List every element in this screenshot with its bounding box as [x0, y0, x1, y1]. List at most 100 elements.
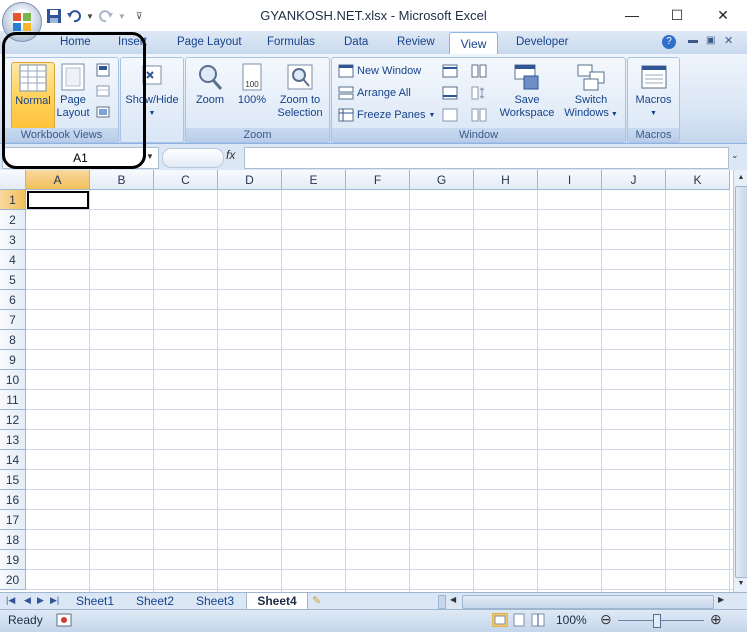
- column-header-i[interactable]: I: [538, 170, 602, 190]
- column-header-b[interactable]: B: [90, 170, 154, 190]
- row-header-8[interactable]: 8: [0, 330, 26, 350]
- row-header-17[interactable]: 17: [0, 510, 26, 530]
- sheet-tab-3[interactable]: Sheet3: [186, 593, 244, 609]
- tab-formulas[interactable]: Formulas: [267, 36, 315, 48]
- column-header-k[interactable]: K: [666, 170, 730, 190]
- vertical-scrollbar[interactable]: ▲ ▼: [733, 170, 747, 592]
- scroll-down-icon[interactable]: ▼: [735, 578, 747, 590]
- selected-cell[interactable]: [27, 191, 89, 209]
- row-header-4[interactable]: 4: [0, 250, 26, 270]
- scroll-up-icon[interactable]: ▲: [735, 172, 747, 184]
- switch-windows-button[interactable]: Switch Windows ▼: [560, 62, 622, 121]
- save-workspace-label-2: Workspace: [499, 107, 555, 119]
- zoom-slider-thumb[interactable]: [653, 614, 661, 628]
- horizontal-scroll-thumb[interactable]: [462, 595, 714, 609]
- help-icon[interactable]: ?: [662, 35, 676, 49]
- vertical-scroll-thumb[interactable]: [735, 186, 747, 578]
- row-header-6[interactable]: 6: [0, 290, 26, 310]
- zoom-level[interactable]: 100%: [556, 613, 587, 627]
- zoom-out-icon[interactable]: ⊖: [600, 611, 612, 628]
- expand-formula-bar-icon[interactable]: ⌄: [731, 150, 739, 161]
- tab-developer[interactable]: Developer: [516, 36, 568, 48]
- sheet-tab-2[interactable]: Sheet2: [126, 593, 184, 609]
- workbook-close-icon[interactable]: ✕: [724, 34, 733, 47]
- macros-button[interactable]: Macros ▼: [630, 62, 677, 120]
- tab-view[interactable]: View: [449, 32, 498, 55]
- zoom-slider-track[interactable]: [618, 620, 704, 621]
- tab-data[interactable]: Data: [344, 36, 368, 48]
- page-break-status-icon[interactable]: [530, 613, 546, 627]
- zoom-button[interactable]: Zoom: [190, 62, 230, 107]
- page-layout-status-icon[interactable]: [511, 613, 527, 627]
- column-header-c[interactable]: C: [154, 170, 218, 190]
- switch-windows-icon: [577, 64, 605, 91]
- close-button[interactable]: ✕: [703, 4, 743, 26]
- normal-status-view-icon[interactable]: [492, 613, 508, 627]
- tab-split-handle[interactable]: [438, 595, 446, 609]
- row-header-12[interactable]: 12: [0, 410, 26, 430]
- column-header-h[interactable]: H: [474, 170, 538, 190]
- row-header-10[interactable]: 10: [0, 370, 26, 390]
- zoom-to-selection-button[interactable]: Zoom to Selection: [274, 62, 326, 120]
- tab-review[interactable]: Review: [397, 36, 435, 48]
- row-header-14[interactable]: 14: [0, 450, 26, 470]
- row-header-3[interactable]: 3: [0, 230, 26, 250]
- insert-function-icon[interactable]: fx: [226, 148, 235, 162]
- scroll-left-icon[interactable]: ◀: [450, 595, 456, 604]
- row-header-11[interactable]: 11: [0, 390, 26, 410]
- row-header-15[interactable]: 15: [0, 470, 26, 490]
- freeze-panes-icon: [338, 108, 354, 122]
- switch-windows-label-1: Switch: [574, 94, 608, 106]
- row-header-5[interactable]: 5: [0, 270, 26, 290]
- tab-page-layout[interactable]: Page Layout: [177, 36, 242, 48]
- next-sheet-icon[interactable]: ▶: [37, 595, 44, 606]
- column-header-d[interactable]: D: [218, 170, 282, 190]
- scroll-right-icon[interactable]: ▶: [718, 595, 724, 604]
- row-header-7[interactable]: 7: [0, 310, 26, 330]
- ribbon-minimize-icon[interactable]: ▬: [688, 35, 698, 46]
- name-box-dropdown-icon[interactable]: ▼: [146, 152, 154, 161]
- freeze-panes-button[interactable]: Freeze Panes ▼: [338, 108, 435, 122]
- new-window-button[interactable]: New Window: [338, 64, 421, 78]
- freeze-panes-dropdown-icon: ▼: [428, 111, 436, 119]
- row-header-19[interactable]: 19: [0, 550, 26, 570]
- formula-input[interactable]: [244, 147, 729, 169]
- row-header-2[interactable]: 2: [0, 210, 26, 230]
- column-header-j[interactable]: J: [602, 170, 666, 190]
- first-sheet-icon[interactable]: |◀: [6, 595, 15, 606]
- zoom-in-icon[interactable]: ⊕: [710, 611, 722, 628]
- synchronous-scrolling-icon[interactable]: [471, 86, 487, 100]
- row-header-18[interactable]: 18: [0, 530, 26, 550]
- view-side-by-side-icon[interactable]: [471, 64, 487, 78]
- column-header-g[interactable]: G: [410, 170, 474, 190]
- select-all-corner[interactable]: [0, 170, 26, 190]
- row-header-20[interactable]: 20: [0, 570, 26, 590]
- reset-window-position-icon[interactable]: [471, 108, 487, 122]
- maximize-button[interactable]: ☐: [657, 4, 697, 26]
- macro-recording-icon[interactable]: [56, 613, 72, 627]
- column-header-e[interactable]: E: [282, 170, 346, 190]
- grid-hline: [26, 509, 733, 510]
- zoom-100-button[interactable]: 100 100%: [232, 62, 272, 107]
- magnifier-icon: [199, 65, 223, 90]
- prev-sheet-icon[interactable]: ◀: [24, 595, 31, 606]
- ribbon-restore-icon[interactable]: ▣: [706, 35, 715, 46]
- column-header-a[interactable]: A: [26, 170, 90, 190]
- insert-sheet-icon[interactable]: ✎: [312, 594, 321, 607]
- hide-window-icon[interactable]: [442, 86, 458, 100]
- sheet-tab-1[interactable]: Sheet1: [66, 593, 124, 609]
- zoom-selection-label-1: Zoom to: [279, 94, 321, 106]
- save-workspace-button[interactable]: Save Workspace: [496, 62, 558, 120]
- row-header-16[interactable]: 16: [0, 490, 26, 510]
- row-header-9[interactable]: 9: [0, 350, 26, 370]
- worksheet-grid[interactable]: ABCDEFGHIJK 1 2 3 4 5 6 7 8 9 10 11 12 13 14 15 16 17 18 1…: [0, 170, 733, 592]
- last-sheet-icon[interactable]: ▶|: [50, 595, 59, 606]
- row-header-13[interactable]: 13: [0, 430, 26, 450]
- minimize-button[interactable]: —: [612, 4, 652, 26]
- sheet-tab-4[interactable]: Sheet4: [246, 593, 308, 610]
- unhide-window-icon[interactable]: [442, 108, 458, 122]
- arrange-all-button[interactable]: Arrange All: [338, 86, 411, 100]
- split-icon[interactable]: [442, 64, 458, 78]
- row-header-1[interactable]: 1: [0, 190, 26, 210]
- column-header-f[interactable]: F: [346, 170, 410, 190]
